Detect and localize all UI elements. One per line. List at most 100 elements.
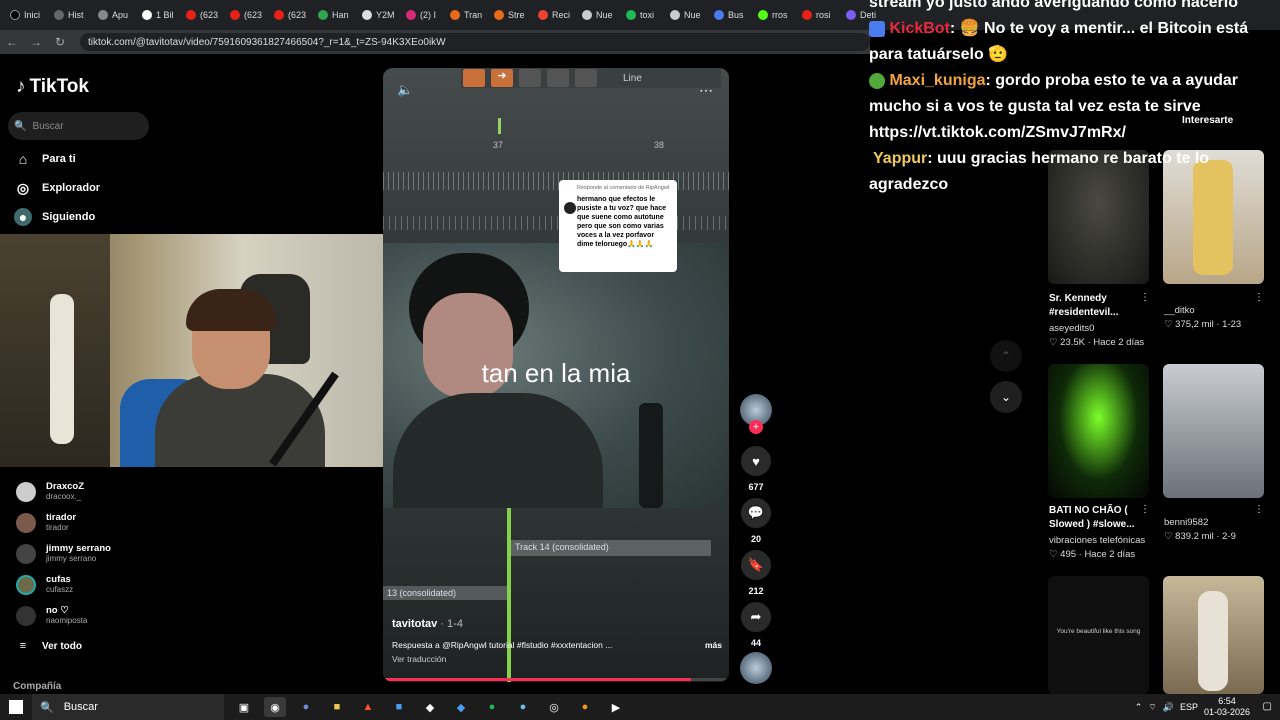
- tab[interactable]: Tran: [446, 3, 490, 27]
- account-item[interactable]: cufas cufaszz: [16, 574, 73, 595]
- mute-icon[interactable]: 🔈: [397, 82, 413, 98]
- tab[interactable]: (623: [226, 3, 270, 27]
- translate-link[interactable]: Ver traducción: [392, 654, 722, 664]
- tab[interactable]: Stre: [490, 3, 534, 27]
- app-icon[interactable]: ◆: [419, 697, 441, 717]
- track-label: Track 14 (consolidated): [515, 542, 609, 552]
- timeline-number: 37: [493, 140, 504, 150]
- like-button[interactable]: ♥ 677: [739, 446, 773, 492]
- tab[interactable]: (2) I: [402, 3, 446, 27]
- back-icon[interactable]: ←: [0, 35, 24, 49]
- company-link[interactable]: Compañía: [13, 681, 61, 692]
- tab[interactable]: Reci: [534, 3, 578, 27]
- site-icon: [318, 10, 328, 20]
- notification-icon[interactable]: ▢: [1263, 701, 1272, 712]
- see-all-link[interactable]: ≡ Ver todo: [14, 637, 82, 655]
- tab[interactable]: rosi: [798, 3, 842, 27]
- rec-title[interactable]: BATI NO CHÃO ( Slowed ) #slowe...: [1049, 504, 1149, 532]
- wifi-icon[interactable]: ⌔: [1148, 702, 1156, 713]
- discord-icon[interactable]: ●: [295, 697, 317, 717]
- author-name[interactable]: tavitotav: [392, 618, 437, 630]
- nav-item-siguiendo[interactable]: ● Siguiendo: [14, 208, 95, 226]
- media-player-icon[interactable]: ▶: [605, 697, 627, 717]
- task-view-icon[interactable]: ▣: [233, 697, 255, 717]
- more-options-icon[interactable]: ⋮: [1254, 504, 1264, 515]
- language-indicator[interactable]: ESP: [1180, 702, 1198, 712]
- app-icon[interactable]: ◆: [450, 697, 472, 717]
- more-options-icon[interactable]: ⋯: [699, 82, 713, 99]
- folder-icon[interactable]: ■: [326, 697, 348, 717]
- rec-thumbnail[interactable]: [1048, 364, 1149, 498]
- steam-icon[interactable]: ●: [512, 697, 534, 717]
- progress-bar[interactable]: [383, 678, 729, 681]
- tab[interactable]: Han: [314, 3, 358, 27]
- progress-fill: [383, 678, 691, 681]
- following-icon: ●: [14, 208, 32, 226]
- reload-icon[interactable]: ↻: [48, 35, 72, 49]
- scroll-down-button[interactable]: ⌄: [990, 381, 1022, 413]
- fl-studio-icon[interactable]: ●: [574, 697, 596, 717]
- tab[interactable]: Hist: [50, 3, 94, 27]
- nav-item-para-ti[interactable]: ⌂ Para ti: [14, 150, 76, 168]
- chat-message: KickBot: 🍔 No te voy a mentir... el Bitc…: [869, 20, 1249, 63]
- account-item[interactable]: tirador tirador: [16, 512, 76, 533]
- save-button[interactable]: 🔖 212: [739, 550, 773, 596]
- chat-message: Yappur: uuu gracias hermano re barato te…: [869, 150, 1210, 193]
- tab[interactable]: Bus: [710, 3, 754, 27]
- windows-start-icon[interactable]: [9, 700, 23, 714]
- url-field[interactable]: tiktok.com/@tavitotav/video/759160936182…: [80, 33, 870, 51]
- brave-icon[interactable]: ▲: [357, 697, 379, 717]
- follow-plus-icon[interactable]: +: [749, 420, 763, 434]
- wiki-icon: [98, 10, 108, 20]
- comment-button[interactable]: 💬 20: [739, 498, 773, 544]
- rec-thumbnail[interactable]: [1163, 576, 1264, 694]
- youtube-icon: [274, 10, 284, 20]
- forward-icon[interactable]: →: [24, 35, 48, 49]
- clock[interactable]: 6:54 01-03-2026: [1204, 696, 1250, 718]
- rec-thumbnail[interactable]: You're beautiful like this song: [1048, 576, 1149, 694]
- rec-author[interactable]: benni9582: [1164, 516, 1274, 530]
- more-options-icon[interactable]: ⋮: [1140, 292, 1150, 303]
- more-options-icon[interactable]: ⋮: [1254, 292, 1264, 303]
- rec-title[interactable]: Sr. Kennedy #residentevil...: [1049, 292, 1149, 320]
- tab[interactable]: rros: [754, 3, 798, 27]
- reply-comment-card: Responde al comentario de RipAngwl herma…: [559, 180, 677, 272]
- tab[interactable]: 1 Bil: [138, 3, 182, 27]
- tab[interactable]: Inici: [6, 3, 50, 27]
- tab[interactable]: toxi: [622, 3, 666, 27]
- rec-author[interactable]: aseyedits0: [1049, 322, 1159, 336]
- rec-author[interactable]: __ditko: [1164, 304, 1274, 318]
- tab[interactable]: Nue: [666, 3, 710, 27]
- more-options-icon[interactable]: ⋮: [1140, 504, 1150, 515]
- tiktok-logo[interactable]: ♪ TikTok: [16, 76, 89, 98]
- search-input[interactable]: 🔍 Buscar: [8, 112, 149, 140]
- video-player[interactable]: ➜ Line 🔈 ⋯ 37 38 Responde al comentario …: [383, 68, 729, 682]
- spotify-icon[interactable]: ●: [481, 697, 503, 717]
- store-icon[interactable]: ■: [388, 697, 410, 717]
- tab[interactable]: (623: [270, 3, 314, 27]
- account-item[interactable]: DraxcoZ dracoox._: [16, 481, 84, 502]
- rec-thumbnail[interactable]: [1163, 364, 1264, 498]
- account-item[interactable]: no ♡ naomiposta: [16, 605, 87, 626]
- share-button[interactable]: ➦ 44: [739, 602, 773, 648]
- volume-icon[interactable]: 🔊: [1163, 702, 1174, 713]
- windows-taskbar: 🔍 Buscar ▣ ◉ ● ■ ▲ ■ ◆ ◆ ● ● ◎ ● ▶ ⌃ ⌔ 🔊 …: [0, 694, 1280, 720]
- scroll-up-button[interactable]: ⌃: [990, 340, 1022, 372]
- nav-item-explorador[interactable]: ◎ Explorador: [14, 179, 100, 197]
- waveform: [383, 172, 729, 190]
- tab[interactable]: Nue: [578, 3, 622, 27]
- tab[interactable]: (623: [182, 3, 226, 27]
- rec-author[interactable]: vibraciones telefónicas: [1049, 534, 1159, 548]
- toolbar-button: [547, 69, 569, 87]
- music-disc-icon[interactable]: [740, 652, 772, 684]
- more-link[interactable]: más: [705, 640, 722, 650]
- chrome-icon[interactable]: ◉: [264, 697, 286, 717]
- system-tray: ⌃ ⌔ 🔊 ESP 6:54 01-03-2026: [1135, 694, 1250, 720]
- tray-arrow-icon[interactable]: ⌃: [1135, 702, 1143, 713]
- app-icon[interactable]: ◎: [543, 697, 565, 717]
- taskbar-search[interactable]: 🔍 Buscar: [32, 694, 224, 720]
- tab[interactable]: Y2M: [358, 3, 402, 27]
- tab[interactable]: Apu: [94, 3, 138, 27]
- account-item[interactable]: jimmy serrano jimmy serrano: [16, 543, 111, 564]
- bookmark-icon: 🔖: [741, 550, 771, 580]
